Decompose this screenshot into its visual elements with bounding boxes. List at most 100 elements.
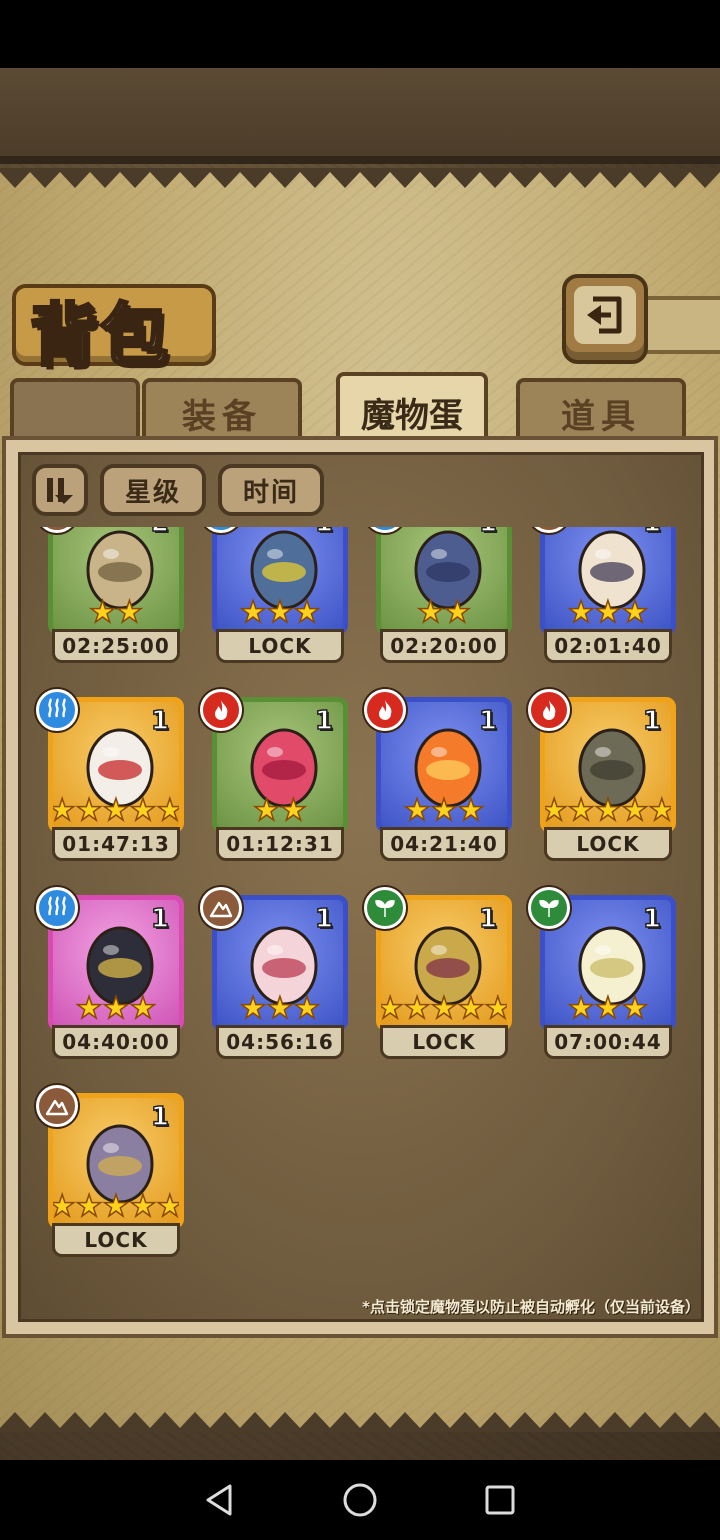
star-icon: ★	[621, 595, 649, 630]
star-icon: ★	[540, 793, 568, 828]
egg-slot[interactable]: 1 ★ ★ ★ ★ ★ 01:47:13	[36, 689, 192, 867]
star-rating: ★ ★ ★	[217, 991, 343, 1026]
egg-grid: 2★★02:25:001★★★LOCK1★★02:20:001★★★02:01:…	[20, 527, 700, 1297]
star-rating: ★ ★ ★	[217, 595, 343, 630]
bottom-zigzag-edge	[0, 1412, 720, 1432]
star-icon: ★	[648, 793, 676, 828]
star-icon: ★	[266, 991, 294, 1026]
egg-count: 1	[478, 705, 498, 737]
nav-back-button[interactable]	[190, 1470, 250, 1530]
star-icon: ★	[75, 793, 103, 828]
hatch-timer[interactable]: 02:25:00	[52, 629, 180, 663]
star-icon: ★	[567, 595, 595, 630]
earth-element-icon	[36, 1085, 78, 1127]
star-icon: ★	[266, 595, 294, 630]
star-icon: ★	[594, 595, 622, 630]
water-element-icon	[36, 689, 78, 731]
sort-order-toggle[interactable]	[32, 464, 88, 516]
map-top-band	[0, 68, 720, 164]
sort-by-time-button[interactable]: 时间	[218, 464, 324, 516]
egg-slot[interactable]: 1★★★02:01:40	[528, 527, 684, 669]
egg-card[interactable]: 1★★★	[212, 527, 348, 635]
egg-count: 2	[150, 527, 170, 539]
egg-count: 1	[314, 903, 334, 935]
star-icon: ★	[75, 991, 103, 1026]
egg-slot[interactable]: 1 ★ ★ ★ 04:21:40	[364, 689, 520, 867]
egg-slot[interactable]: 1 ★ ★ ★ ★ ★ LOCK	[36, 1085, 192, 1263]
system-nav-bar	[0, 1460, 720, 1540]
star-icon: ★	[115, 595, 143, 630]
star-rating: ★ ★ ★	[545, 991, 671, 1026]
star-icon: ★	[88, 595, 116, 630]
star-icon: ★	[48, 1189, 76, 1224]
star-rating: ★ ★ ★ ★ ★	[53, 1191, 179, 1223]
tab-equipment-label: 装备	[182, 396, 262, 437]
nav-home-button[interactable]	[330, 1470, 390, 1530]
status-bar	[0, 0, 720, 68]
hatch-timer[interactable]: 02:20:00	[380, 629, 508, 663]
egg-slot[interactable]: 1 ★★02:20:00	[364, 527, 520, 669]
egg-card[interactable]: 1 ★★	[376, 527, 512, 635]
star-icon: ★	[430, 991, 458, 1026]
egg-slot[interactable]: 1 ★ ★ ★ 04:56:16	[200, 887, 356, 1065]
water-element-icon	[36, 887, 78, 929]
star-rating: ★ ★	[53, 595, 179, 630]
star-rating: ★ ★ ★ ★ ★	[545, 793, 671, 828]
star-icon: ★	[457, 991, 485, 1026]
tab-items-label: 道具	[561, 396, 641, 437]
egg-count: 1	[642, 527, 662, 539]
egg-count: 1	[314, 527, 334, 539]
back-button[interactable]	[562, 274, 648, 364]
sort-order-icon	[47, 478, 73, 504]
hatch-timer[interactable]: 01:47:13	[52, 827, 180, 861]
egg-slot[interactable]: 1 ★ ★ ★ ★ ★ LOCK	[528, 689, 684, 867]
star-rating: ★ ★	[217, 793, 343, 828]
lock-label[interactable]: LOCK	[216, 629, 344, 663]
star-icon: ★	[129, 991, 157, 1026]
star-icon: ★	[403, 991, 431, 1026]
egg-slot[interactable]: 1 ★ ★ 01:12:31	[200, 689, 356, 867]
egg-count: 1	[150, 903, 170, 935]
lock-label[interactable]: LOCK	[380, 1025, 508, 1059]
lock-label[interactable]: LOCK	[544, 827, 672, 861]
egg-slot[interactable]: 1 ★ ★ ★ ★ ★ LOCK	[364, 887, 520, 1065]
hatch-timer[interactable]: 04:40:00	[52, 1025, 180, 1059]
hatch-timer[interactable]: 07:00:44	[544, 1025, 672, 1059]
egg-count: 1	[314, 705, 334, 737]
star-icon: ★	[621, 991, 649, 1026]
egg-count: 1	[150, 1101, 170, 1133]
star-icon: ★	[279, 793, 307, 828]
star-icon: ★	[594, 793, 622, 828]
hatch-timer[interactable]: 04:21:40	[380, 827, 508, 861]
nav-recents-button[interactable]	[470, 1470, 530, 1530]
star-rating: ★ ★	[381, 595, 507, 630]
hatch-timer[interactable]: 04:56:16	[216, 1025, 344, 1059]
egg-slot[interactable]: 1★★★LOCK	[200, 527, 356, 669]
egg-slot[interactable]: 1 ★ ★ ★ 04:40:00	[36, 887, 192, 1065]
hatch-timer[interactable]: 01:12:31	[216, 827, 344, 861]
egg-slot[interactable]: 1 ★ ★ ★ 07:00:44	[528, 887, 684, 1065]
page-title: 背包	[28, 295, 171, 378]
tab-monster-eggs-label: 魔物蛋	[361, 395, 463, 436]
nature-element-icon	[528, 887, 570, 929]
star-rating: ★ ★ ★	[53, 991, 179, 1026]
star-icon: ★	[156, 793, 184, 828]
return-arrow-icon	[587, 296, 622, 334]
star-icon: ★	[239, 595, 267, 630]
top-zigzag-edge	[0, 168, 720, 188]
egg-slot[interactable]: 2 ★★02:25:00	[36, 527, 192, 669]
lock-label[interactable]: LOCK	[52, 1223, 180, 1257]
star-icon: ★	[48, 793, 76, 828]
sort-by-star-button[interactable]: 星级	[100, 464, 206, 516]
egg-card[interactable]: 2 ★★	[48, 527, 184, 635]
star-icon: ★	[416, 595, 444, 630]
star-rating: ★ ★ ★	[545, 595, 671, 630]
circle-home-icon	[343, 1483, 377, 1517]
hatch-timer[interactable]: 02:01:40	[544, 629, 672, 663]
egg-card[interactable]: 1★★★	[540, 527, 676, 635]
fire-element-icon	[200, 689, 242, 731]
star-icon: ★	[567, 991, 595, 1026]
star-icon: ★	[443, 595, 471, 630]
star-icon: ★	[621, 793, 649, 828]
star-icon: ★	[293, 595, 321, 630]
